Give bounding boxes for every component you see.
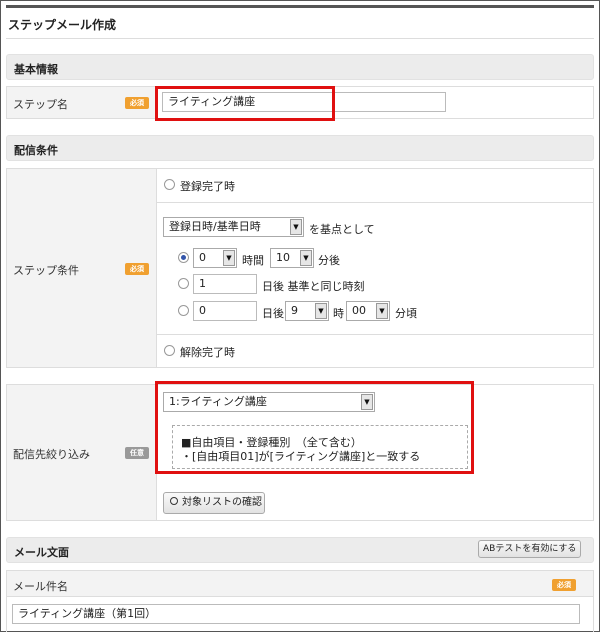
hours-select-value: 0 [199, 251, 206, 264]
minutes-select-value: 10 [276, 251, 290, 264]
section-basic-info: 基本情報 [6, 54, 594, 80]
radio-registration-complete-label: 登録完了時 [180, 180, 235, 193]
divider [157, 202, 593, 203]
search-icon [170, 497, 178, 505]
minutes-unit: 分後 [318, 254, 340, 267]
radio-registration-complete[interactable] [164, 179, 175, 190]
dropdown-arrow-icon: ▼ [315, 303, 327, 319]
hour-unit: 時 [333, 307, 344, 320]
ab-test-button[interactable]: ABテストを有効にする [478, 540, 582, 558]
hours-unit: 時間 [242, 254, 264, 267]
optional-badge: 任意 [125, 447, 149, 459]
radio-hours-minutes[interactable] [178, 252, 189, 263]
minute-select-value: 00 [352, 304, 366, 317]
radio-days-specific-time[interactable] [178, 305, 189, 316]
page-title: ステップメール作成 [8, 18, 117, 32]
highlight-box-step-name [155, 86, 335, 121]
step-condition-label-cell: ステップ条件 必須 [7, 169, 157, 367]
radio-unsubscribe-complete-label: 解除完了時 [180, 346, 235, 359]
base-datetime-select-value: 登録日時/基準日時 [169, 220, 261, 233]
section-basic-info-title: 基本情報 [14, 63, 58, 76]
dropdown-arrow-icon: ▼ [376, 303, 388, 319]
section-mail-title: メール文面 [14, 546, 69, 559]
days-unit: 日後 [262, 307, 284, 320]
dropdown-arrow-icon: ▼ [223, 250, 235, 266]
days-input[interactable]: 1 [193, 274, 257, 294]
radio-days-same-time[interactable] [178, 278, 189, 289]
required-badge: 必須 [552, 579, 576, 591]
divider [6, 38, 594, 39]
required-badge: 必須 [125, 97, 149, 109]
days-same-time-text: 日後 基準と同じ時刻 [262, 280, 365, 293]
section-delivery-conditions: 配信条件 [6, 135, 594, 161]
check-target-list-label: 対象リストの確認 [182, 497, 262, 508]
filter-label-cell: 配信先絞り込み 任意 [7, 385, 157, 520]
step-condition-row: ステップ条件 必須 [6, 168, 594, 368]
top-rule [6, 5, 594, 8]
divider [157, 334, 593, 335]
required-badge: 必須 [125, 263, 149, 275]
minute-unit: 分頃 [395, 307, 417, 320]
radio-unsubscribe-complete[interactable] [164, 345, 175, 356]
days-input-specific[interactable]: 0 [193, 301, 257, 321]
mail-subject-header: メール件名 必須 [7, 571, 593, 597]
mail-subject-input[interactable]: ライティング講座（第1回） [12, 604, 580, 624]
dropdown-arrow-icon: ▼ [290, 219, 302, 235]
dropdown-arrow-icon: ▼ [300, 250, 312, 266]
base-suffix-text: を基点として [309, 223, 375, 236]
hours-select[interactable]: 0 ▼ [193, 248, 237, 268]
mail-subject-label: メール件名 [13, 580, 68, 593]
step-condition-label: ステップ条件 [13, 264, 79, 277]
step-name-label: ステップ名 [13, 98, 68, 111]
base-datetime-select[interactable]: 登録日時/基準日時 ▼ [163, 217, 304, 237]
minutes-select[interactable]: 10 ▼ [270, 248, 314, 268]
filter-label: 配信先絞り込み [13, 448, 90, 461]
section-delivery-title: 配信条件 [14, 144, 58, 157]
step-name-label-cell: ステップ名 必須 [7, 87, 157, 118]
highlight-box-filter [155, 381, 474, 474]
hour-select[interactable]: 9 ▼ [285, 301, 329, 321]
check-target-list-button[interactable]: 対象リストの確認 [163, 492, 265, 514]
minute-select[interactable]: 00 ▼ [346, 301, 390, 321]
hour-select-value: 9 [291, 304, 298, 317]
